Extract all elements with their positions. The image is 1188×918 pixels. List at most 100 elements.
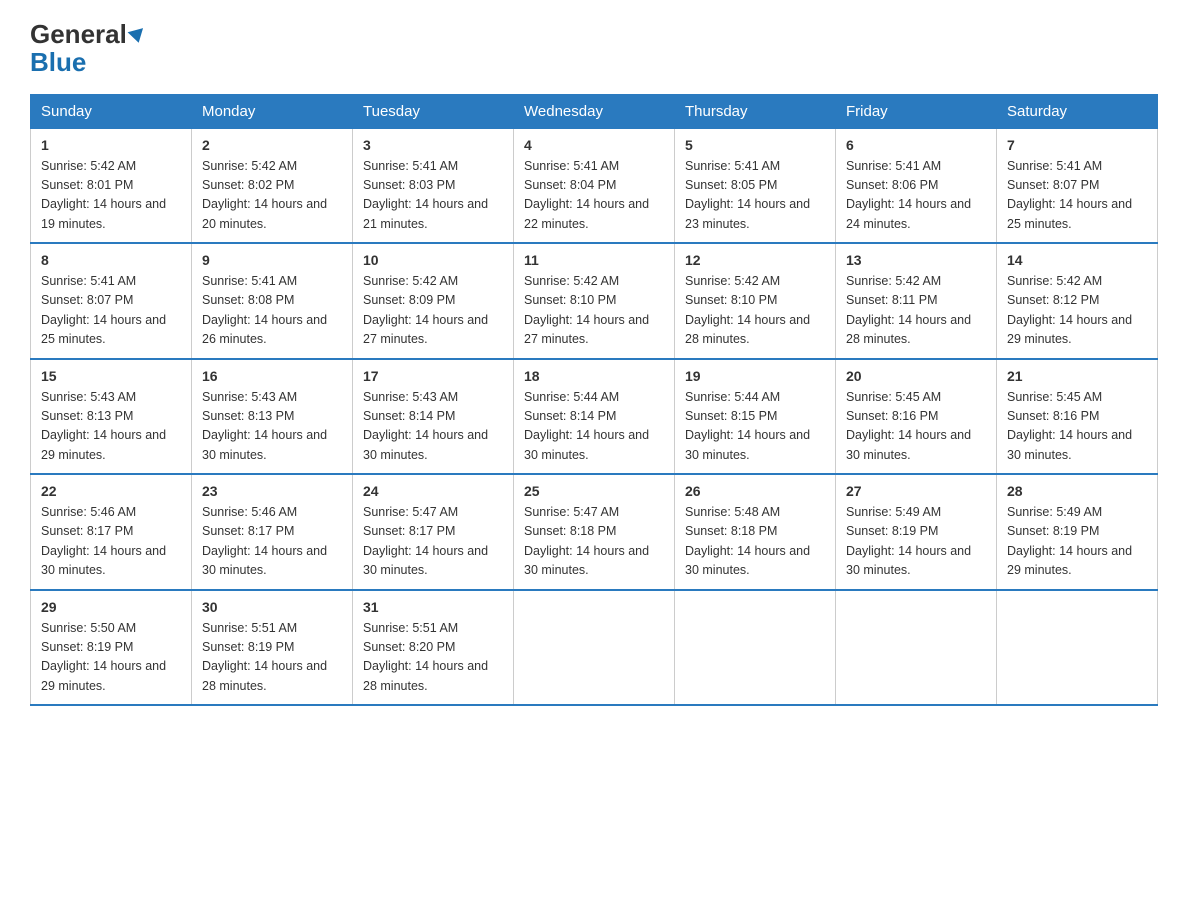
- sunset-label: Sunset: 8:13 PM: [41, 409, 133, 423]
- sunrise-label: Sunrise: 5:44 AM: [685, 390, 780, 404]
- calendar-cell: 14 Sunrise: 5:42 AM Sunset: 8:12 PM Dayl…: [997, 243, 1158, 359]
- day-info: Sunrise: 5:41 AM Sunset: 8:05 PM Dayligh…: [685, 157, 825, 235]
- day-number: 14: [1007, 252, 1147, 268]
- calendar-cell: 9 Sunrise: 5:41 AM Sunset: 8:08 PM Dayli…: [192, 243, 353, 359]
- sunset-label: Sunset: 8:14 PM: [524, 409, 616, 423]
- day-info: Sunrise: 5:44 AM Sunset: 8:15 PM Dayligh…: [685, 388, 825, 466]
- day-info: Sunrise: 5:41 AM Sunset: 8:03 PM Dayligh…: [363, 157, 503, 235]
- sunrise-label: Sunrise: 5:49 AM: [1007, 505, 1102, 519]
- logo-blue: Blue: [30, 47, 86, 78]
- day-number: 27: [846, 483, 986, 499]
- header-thursday: Thursday: [675, 94, 836, 128]
- sunset-label: Sunset: 8:17 PM: [363, 524, 455, 538]
- sunrise-label: Sunrise: 5:50 AM: [41, 621, 136, 635]
- daylight-label: Daylight: 14 hours and 29 minutes.: [41, 428, 166, 461]
- sunset-label: Sunset: 8:15 PM: [685, 409, 777, 423]
- day-info: Sunrise: 5:43 AM Sunset: 8:13 PM Dayligh…: [41, 388, 181, 466]
- day-info: Sunrise: 5:50 AM Sunset: 8:19 PM Dayligh…: [41, 619, 181, 697]
- sunset-label: Sunset: 8:19 PM: [846, 524, 938, 538]
- calendar-cell: 21 Sunrise: 5:45 AM Sunset: 8:16 PM Dayl…: [997, 359, 1158, 475]
- calendar-cell: 15 Sunrise: 5:43 AM Sunset: 8:13 PM Dayl…: [31, 359, 192, 475]
- day-info: Sunrise: 5:43 AM Sunset: 8:14 PM Dayligh…: [363, 388, 503, 466]
- calendar-week-row: 8 Sunrise: 5:41 AM Sunset: 8:07 PM Dayli…: [31, 243, 1158, 359]
- day-number: 24: [363, 483, 503, 499]
- sunrise-label: Sunrise: 5:43 AM: [41, 390, 136, 404]
- daylight-label: Daylight: 14 hours and 28 minutes.: [685, 313, 810, 346]
- calendar-week-row: 29 Sunrise: 5:50 AM Sunset: 8:19 PM Dayl…: [31, 590, 1158, 706]
- sunset-label: Sunset: 8:20 PM: [363, 640, 455, 654]
- day-info: Sunrise: 5:41 AM Sunset: 8:07 PM Dayligh…: [1007, 157, 1147, 235]
- day-info: Sunrise: 5:45 AM Sunset: 8:16 PM Dayligh…: [846, 388, 986, 466]
- day-info: Sunrise: 5:43 AM Sunset: 8:13 PM Dayligh…: [202, 388, 342, 466]
- day-info: Sunrise: 5:42 AM Sunset: 8:02 PM Dayligh…: [202, 157, 342, 235]
- day-number: 22: [41, 483, 181, 499]
- calendar-cell: 22 Sunrise: 5:46 AM Sunset: 8:17 PM Dayl…: [31, 474, 192, 590]
- daylight-label: Daylight: 14 hours and 20 minutes.: [202, 197, 327, 230]
- day-number: 16: [202, 368, 342, 384]
- day-info: Sunrise: 5:49 AM Sunset: 8:19 PM Dayligh…: [1007, 503, 1147, 581]
- day-number: 15: [41, 368, 181, 384]
- day-number: 25: [524, 483, 664, 499]
- sunrise-label: Sunrise: 5:42 AM: [41, 159, 136, 173]
- calendar-cell: 25 Sunrise: 5:47 AM Sunset: 8:18 PM Dayl…: [514, 474, 675, 590]
- calendar-week-row: 1 Sunrise: 5:42 AM Sunset: 8:01 PM Dayli…: [31, 128, 1158, 243]
- sunrise-label: Sunrise: 5:42 AM: [685, 274, 780, 288]
- calendar-week-row: 22 Sunrise: 5:46 AM Sunset: 8:17 PM Dayl…: [31, 474, 1158, 590]
- day-info: Sunrise: 5:49 AM Sunset: 8:19 PM Dayligh…: [846, 503, 986, 581]
- calendar-cell: 26 Sunrise: 5:48 AM Sunset: 8:18 PM Dayl…: [675, 474, 836, 590]
- daylight-label: Daylight: 14 hours and 25 minutes.: [1007, 197, 1132, 230]
- daylight-label: Daylight: 14 hours and 28 minutes.: [363, 659, 488, 692]
- sunrise-label: Sunrise: 5:42 AM: [524, 274, 619, 288]
- sunset-label: Sunset: 8:14 PM: [363, 409, 455, 423]
- sunset-label: Sunset: 8:16 PM: [1007, 409, 1099, 423]
- sunset-label: Sunset: 8:01 PM: [41, 178, 133, 192]
- day-number: 26: [685, 483, 825, 499]
- day-number: 2: [202, 137, 342, 153]
- daylight-label: Daylight: 14 hours and 30 minutes.: [1007, 428, 1132, 461]
- daylight-label: Daylight: 14 hours and 30 minutes.: [363, 544, 488, 577]
- logo-triangle-icon: [127, 28, 146, 45]
- day-number: 4: [524, 137, 664, 153]
- daylight-label: Daylight: 14 hours and 24 minutes.: [846, 197, 971, 230]
- sunset-label: Sunset: 8:03 PM: [363, 178, 455, 192]
- sunset-label: Sunset: 8:05 PM: [685, 178, 777, 192]
- sunrise-label: Sunrise: 5:41 AM: [1007, 159, 1102, 173]
- day-number: 29: [41, 599, 181, 615]
- day-number: 11: [524, 252, 664, 268]
- day-number: 18: [524, 368, 664, 384]
- day-info: Sunrise: 5:41 AM Sunset: 8:04 PM Dayligh…: [524, 157, 664, 235]
- day-number: 3: [363, 137, 503, 153]
- calendar-cell: 13 Sunrise: 5:42 AM Sunset: 8:11 PM Dayl…: [836, 243, 997, 359]
- daylight-label: Daylight: 14 hours and 30 minutes.: [846, 544, 971, 577]
- daylight-label: Daylight: 14 hours and 30 minutes.: [202, 544, 327, 577]
- calendar-cell: 23 Sunrise: 5:46 AM Sunset: 8:17 PM Dayl…: [192, 474, 353, 590]
- sunrise-label: Sunrise: 5:51 AM: [202, 621, 297, 635]
- sunset-label: Sunset: 8:17 PM: [202, 524, 294, 538]
- day-info: Sunrise: 5:51 AM Sunset: 8:20 PM Dayligh…: [363, 619, 503, 697]
- sunset-label: Sunset: 8:13 PM: [202, 409, 294, 423]
- daylight-label: Daylight: 14 hours and 23 minutes.: [685, 197, 810, 230]
- sunset-label: Sunset: 8:07 PM: [41, 293, 133, 307]
- daylight-label: Daylight: 14 hours and 21 minutes.: [363, 197, 488, 230]
- header-monday: Monday: [192, 94, 353, 128]
- calendar-cell: [997, 590, 1158, 706]
- day-info: Sunrise: 5:41 AM Sunset: 8:06 PM Dayligh…: [846, 157, 986, 235]
- calendar-cell: 11 Sunrise: 5:42 AM Sunset: 8:10 PM Dayl…: [514, 243, 675, 359]
- day-number: 17: [363, 368, 503, 384]
- daylight-label: Daylight: 14 hours and 22 minutes.: [524, 197, 649, 230]
- calendar-cell: 20 Sunrise: 5:45 AM Sunset: 8:16 PM Dayl…: [836, 359, 997, 475]
- header-friday: Friday: [836, 94, 997, 128]
- day-info: Sunrise: 5:47 AM Sunset: 8:18 PM Dayligh…: [524, 503, 664, 581]
- calendar-cell: 19 Sunrise: 5:44 AM Sunset: 8:15 PM Dayl…: [675, 359, 836, 475]
- day-info: Sunrise: 5:42 AM Sunset: 8:10 PM Dayligh…: [685, 272, 825, 350]
- daylight-label: Daylight: 14 hours and 30 minutes.: [685, 428, 810, 461]
- header-sunday: Sunday: [31, 94, 192, 128]
- sunset-label: Sunset: 8:19 PM: [41, 640, 133, 654]
- calendar-cell: 24 Sunrise: 5:47 AM Sunset: 8:17 PM Dayl…: [353, 474, 514, 590]
- daylight-label: Daylight: 14 hours and 30 minutes.: [202, 428, 327, 461]
- calendar-cell: 17 Sunrise: 5:43 AM Sunset: 8:14 PM Dayl…: [353, 359, 514, 475]
- logo-general: General: [30, 20, 127, 49]
- calendar-cell: [675, 590, 836, 706]
- sunset-label: Sunset: 8:18 PM: [685, 524, 777, 538]
- calendar-header-row: SundayMondayTuesdayWednesdayThursdayFrid…: [31, 94, 1158, 128]
